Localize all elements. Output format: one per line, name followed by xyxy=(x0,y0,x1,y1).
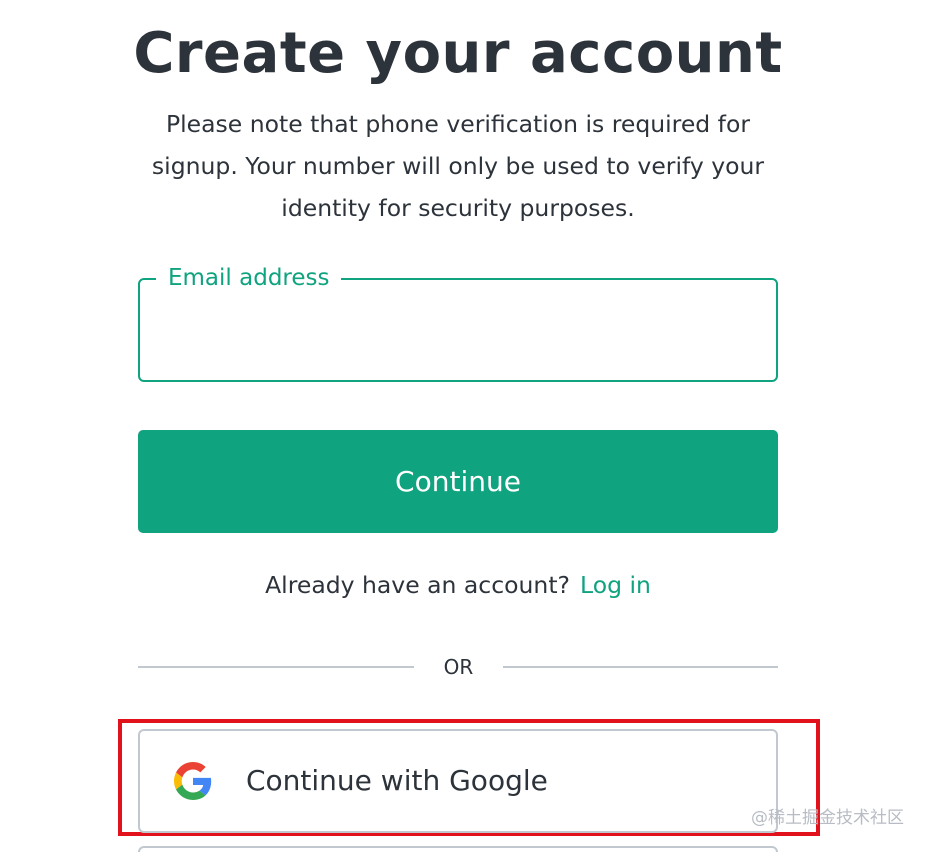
login-prompt-line: Already have an account? Log in xyxy=(138,565,778,605)
google-logo-icon xyxy=(174,762,212,800)
login-prompt-text: Already have an account? xyxy=(265,571,571,599)
email-input[interactable] xyxy=(160,308,760,354)
divider-line-left xyxy=(138,666,414,668)
login-link[interactable]: Log in xyxy=(580,571,651,599)
next-auth-button-partial[interactable] xyxy=(138,846,778,852)
continue-with-google-button[interactable]: Continue with Google xyxy=(138,729,778,833)
page-subtitle: Please note that phone verification is r… xyxy=(151,110,765,222)
page-title: Create your account xyxy=(133,21,783,86)
signup-page: Create your account Please note that pho… xyxy=(0,0,928,852)
divider-line-right xyxy=(503,666,778,668)
divider-or-label: OR xyxy=(443,655,474,679)
email-field-label: Email address xyxy=(156,262,342,294)
continue-button[interactable]: Continue xyxy=(138,430,778,533)
watermark: @稀土掘金技术社区 xyxy=(751,808,904,828)
email-field[interactable]: Email address xyxy=(138,262,778,382)
google-button-label: Continue with Google xyxy=(246,764,548,797)
